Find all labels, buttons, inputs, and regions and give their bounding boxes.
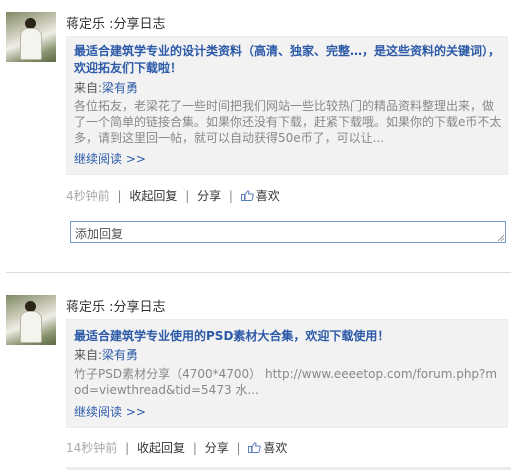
like-link[interactable]: 喜欢 <box>263 441 287 455</box>
avatar[interactable] <box>6 12 56 62</box>
add-reply-input[interactable]: 添加回复 <box>70 221 506 243</box>
post-header: 蒋定乐 :分享日志 <box>66 296 166 315</box>
shared-blog-title-link[interactable]: 最适合建筑学专业的设计类资料（高清、独家、完整…，是这些资料的关键词），欢迎拓友… <box>74 43 502 77</box>
reply-area <box>66 467 511 470</box>
resize-grip-icon[interactable] <box>497 234 505 242</box>
post-excerpt: 竹子PSD素材分享（4700*4700） http://www.eeeetop.… <box>74 367 498 397</box>
post-excerpt: 各位拓友，老梁花了一些时间把我们网站一些比较热门的精品资料整理出来，做了一个简单… <box>74 99 502 145</box>
share-card: 最适合建筑学专业的设计类资料（高清、独家、完整…，是这些资料的关键词），欢迎拓友… <box>66 36 508 175</box>
separator: | <box>125 441 130 455</box>
fold-reply-link[interactable]: 收起回复 <box>137 441 185 455</box>
avatar-figure <box>20 311 42 343</box>
post-action: :分享日志 <box>105 300 166 315</box>
source-prefix: 来自: <box>74 348 103 362</box>
user-name-link[interactable]: 蒋定乐 <box>66 17 105 32</box>
read-more-link[interactable]: 继续阅读 >> <box>74 403 146 420</box>
avatar[interactable] <box>6 295 56 345</box>
share-link[interactable]: 分享 <box>205 441 229 455</box>
thumbs-up-icon[interactable] <box>248 442 262 453</box>
avatar-figure <box>20 28 42 60</box>
fold-reply-link[interactable]: 收起回复 <box>129 189 177 203</box>
read-more-link[interactable]: 继续阅读 >> <box>74 150 146 167</box>
separator: | <box>228 189 233 203</box>
feed-divider <box>6 272 511 273</box>
post-time: 4秒钟前 <box>66 189 110 203</box>
source-user-link[interactable]: 梁有勇 <box>102 81 138 95</box>
post-actions: 14秒钟前 | 收起回复 | 分享 | 喜欢 <box>66 439 287 456</box>
share-link[interactable]: 分享 <box>197 189 221 203</box>
separator: | <box>117 189 122 203</box>
thumbs-up-icon[interactable] <box>240 190 254 201</box>
source-line: 来自:梁有勇 <box>74 346 138 363</box>
source-line: 来自:梁有勇 <box>74 79 138 96</box>
shared-blog-title-link[interactable]: 最适合建筑学专业使用的PSD素材大合集，欢迎下载使用！ <box>74 328 502 345</box>
user-name-link[interactable]: 蒋定乐 <box>66 300 105 315</box>
separator: | <box>192 441 197 455</box>
post-action: :分享日志 <box>105 17 166 32</box>
like-link[interactable]: 喜欢 <box>256 189 280 203</box>
separator: | <box>185 189 190 203</box>
post-actions: 4秒钟前 | 收起回复 | 分享 | 喜欢 <box>66 187 280 204</box>
source-prefix: 来自: <box>74 81 103 95</box>
source-user-link[interactable]: 梁有勇 <box>102 348 138 362</box>
post-time: 14秒钟前 <box>66 441 118 455</box>
share-card: 最适合建筑学专业使用的PSD素材大合集，欢迎下载使用！ 来自:梁有勇 竹子PSD… <box>66 319 508 428</box>
separator: | <box>236 441 241 455</box>
post-header: 蒋定乐 :分享日志 <box>66 13 166 32</box>
